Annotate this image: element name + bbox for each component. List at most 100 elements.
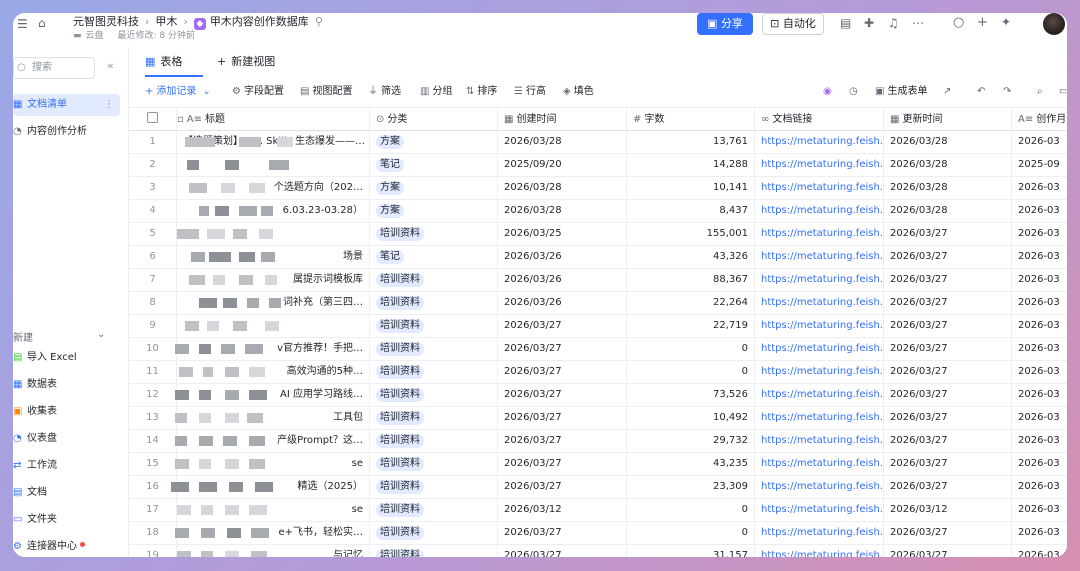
table-row[interactable]: 4 6.03.23-03.28） 方案 2026/03/28 8,437 https://… [129,200,1067,223]
table-row[interactable]: 9 培训资料 2026/03/27 22,719 https://metaturing.… [129,315,1067,338]
create-import-excel[interactable]: ▤ 导入 Excel [13,347,77,369]
column-header-created[interactable]: ▦ 创建时间 [498,108,627,131]
add-record-button[interactable]: + 添加记录 ⌄ [145,77,211,107]
doc-link-cell[interactable]: https://metaturing.feish… [755,384,884,406]
column-header-updated[interactable]: ▦ 更新时间 [884,108,1012,131]
column-header-doc-link[interactable]: ∞ 文档链接 [755,108,884,131]
doc-link-cell[interactable]: https://metaturing.feish… [755,154,884,176]
create-connector-center[interactable]: ⚙ 连接器中心 [13,536,85,557]
redaction-mosaic [225,459,239,469]
search-records-icon[interactable]: ⌕ [1037,77,1046,107]
sort-button[interactable]: ⇅ 排序 [466,77,497,107]
doc-link-cell[interactable]: https://metaturing.feish… [755,246,884,268]
doc-link-cell[interactable]: https://metaturing.feish… [755,269,884,291]
share-view-icon[interactable]: ↗ [943,77,954,107]
base-icon: ◆ [193,18,206,30]
generate-form-button[interactable]: ▣ 生成表单 [875,77,927,107]
doc-link-cell[interactable]: https://metaturing.feish… [755,292,884,314]
search-icon[interactable]: ○ [953,15,964,30]
doc-link-cell[interactable]: https://metaturing.feish… [755,223,884,245]
share-button[interactable]: ▣ 分享 [697,13,753,35]
breadcrumb-folder[interactable]: 甲木 [155,13,177,29]
sidebar-toggle-icon[interactable]: ☰ [17,17,28,31]
doc-link-cell[interactable]: https://metaturing.feish… [755,499,884,521]
table-row[interactable]: 19 与记忆 培训资料 2026/03/27 31,157 https://metatur… [129,545,1067,557]
create-dashboard[interactable]: ◔ 仪表盘 [13,428,57,450]
doc-link-cell[interactable]: https://metaturing.feish… [755,200,884,222]
doc-link-cell[interactable]: https://metaturing.feish… [755,522,884,544]
group-button[interactable]: ▥ 分组 [420,77,452,107]
column-header-title[interactable]: ▫ A≡ 标题 [177,108,370,131]
tab-table[interactable]: ▦ 表格 [145,47,203,77]
create-document[interactable]: ▤ 文档 [13,482,47,504]
table-row[interactable]: 14 产级Prompt？这… 培训资料 2026/03/27 29,732 https:/… [129,430,1067,453]
document-title[interactable]: 甲木内容创作数据库 [210,13,309,29]
redo-icon[interactable]: ↷ [1003,77,1014,107]
sidebar-item-content-analysis[interactable]: ◔ 内容创作分析 [13,121,87,143]
create-form[interactable]: ▣ 收集表 [13,401,57,423]
doc-link-cell[interactable]: https://metaturing.feish… [755,361,884,383]
doc-link-cell[interactable]: https://metaturing.feish… [755,430,884,452]
redaction-mosaic [209,252,231,262]
undo-icon[interactable]: ↶ [977,77,988,107]
view-config-button[interactable]: ▤ 视图配置 [300,77,352,107]
sidebar-search-input[interactable]: ○ 搜索 [13,57,95,79]
create-folder[interactable]: ▭ 文件夹 [13,509,57,531]
history-icon[interactable]: ◷ [849,77,861,107]
doc-link-cell[interactable]: https://metaturing.feish… [755,453,884,475]
ai-assistant-icon[interactable]: ◉ [823,77,832,107]
more-options-icon[interactable]: ⋮ [104,94,114,116]
filter-button[interactable]: ⏚ 筛选 [368,77,401,107]
doc-link-cell[interactable]: https://metaturing.feish… [755,338,884,360]
fill-color-button[interactable]: ◈ 填色 [563,77,594,107]
category-cell: 培训资料 [370,384,498,406]
table-row[interactable]: 6 场景 笔记 2026/03/26 43,326 https://metaturing.… [129,246,1067,269]
row-height-button[interactable]: ☰ 行高 [514,77,546,107]
chevron-down-icon[interactable]: ⌄ [97,329,105,340]
table-row[interactable]: 10 v官方推荐！手把… 培训资料 2026/03/27 0 https://metatu… [129,338,1067,361]
sidebar-item-doc-list[interactable]: ▦ 文档清单 ⋮ [13,94,120,116]
notification-icon[interactable]: ♫ [888,16,899,30]
table-row[interactable]: 13 工具包 培训资料 2026/03/27 10,492 https://metatur… [129,407,1067,430]
field-config-button[interactable]: ⚙ 字段配置 [232,77,284,107]
create-workflow[interactable]: ⇄ 工作流 [13,455,57,477]
table-row[interactable]: 12 AI 应用学习路线… 培训资料 2026/03/27 73,526 https://… [129,384,1067,407]
ai-sparkle-icon[interactable]: ✦ [1001,15,1011,29]
doc-link-cell[interactable]: https://metaturing.feish… [755,545,884,557]
select-all-checkbox[interactable] [129,108,177,131]
table-row[interactable]: 7 属提示词模板库 培训资料 2026/03/26 88,367 https://meta… [129,269,1067,292]
pin-icon[interactable]: ⚲ [315,15,323,28]
doc-link-cell[interactable]: https://metaturing.feish… [755,315,884,337]
doc-link-cell[interactable]: https://metaturing.feish… [755,131,884,153]
table-row[interactable]: 18 e+飞书，轻松实… 培训资料 2026/03/27 0 https://metatu… [129,522,1067,545]
table-row[interactable]: 5 培训资料 2026/03/25 155,001 https://metaturing… [129,223,1067,246]
extension-icon[interactable]: ✚ [864,16,874,30]
column-header-word-count[interactable]: # 字数 [627,108,755,131]
table-row[interactable]: 16 精选（2025） 培训资料 2026/03/27 23,309 https://me… [129,476,1067,499]
doc-location[interactable]: 云盘 [86,31,104,41]
document-info-icon[interactable]: ▤ [840,16,851,30]
more-icon[interactable]: ⋯ [912,16,924,30]
table-row[interactable]: 8 词补充（第三四… 培训资料 2026/03/26 22,264 https://met… [129,292,1067,315]
doc-link-cell[interactable]: https://metaturing.feish… [755,476,884,498]
table-row[interactable]: 17 se 培训资料 2026/03/12 0 https://metaturing.fe… [129,499,1067,522]
create-data-table[interactable]: ▦ 数据表 [13,374,57,396]
table-row[interactable]: 3 个选题方向（202… 方案 2026/03/28 10,141 https://met… [129,177,1067,200]
breadcrumb-workspace[interactable]: 元智图灵科技 [73,13,139,29]
row-number: 4 [129,200,177,222]
table-row[interactable]: 15 se 培训资料 2026/03/27 43,235 https://metaturi… [129,453,1067,476]
collapse-sidebar-icon[interactable]: « [107,59,114,72]
comment-icon[interactable]: ▭ [1059,77,1067,107]
table-row[interactable]: 1 【选题策划】…… Skills 生态爆发——… 方案 2026/03/28 13,7… [129,131,1067,154]
home-icon[interactable]: ⌂ [38,16,46,30]
table-row[interactable]: 2 笔记 2025/09/20 14,288 https://metaturing.fe… [129,154,1067,177]
user-avatar[interactable] [1043,13,1065,35]
automation-button[interactable]: ⊡ 自动化 [762,13,824,35]
column-header-category[interactable]: ⊙ 分类 [370,108,498,131]
column-header-month[interactable]: A≡创作月份 [1012,108,1067,131]
table-row[interactable]: 11 高效沟通的5种… 培训资料 2026/03/27 0 https://metatur… [129,361,1067,384]
doc-link-cell[interactable]: https://metaturing.feish… [755,407,884,429]
doc-link-cell[interactable]: https://metaturing.feish… [755,177,884,199]
add-icon[interactable]: + [977,15,988,30]
tab-new-view[interactable]: + 新建视图 [217,47,275,77]
